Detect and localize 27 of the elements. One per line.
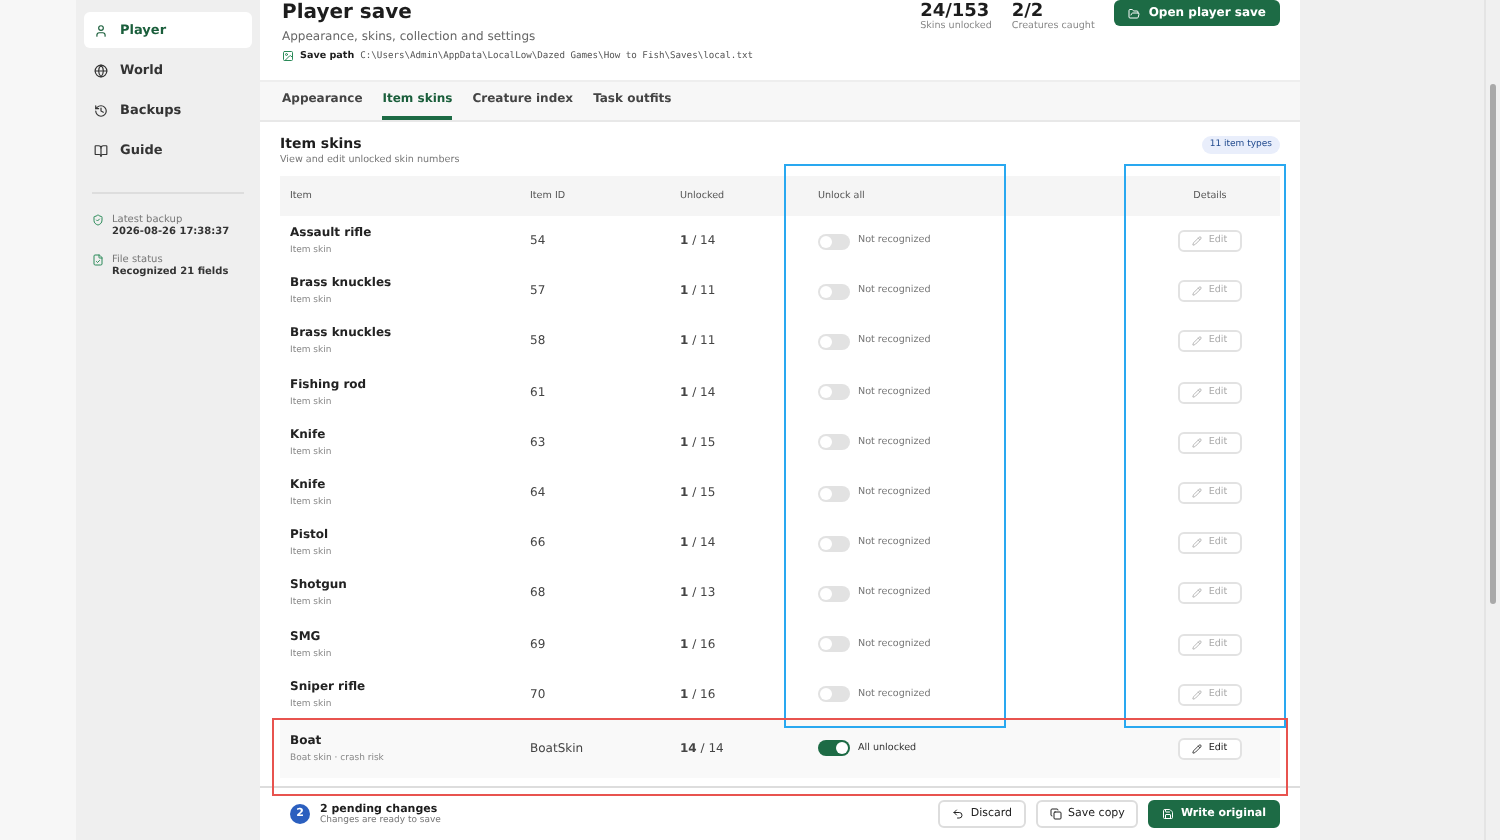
shield-icon xyxy=(92,214,104,226)
file-icon xyxy=(92,254,104,266)
pencil-icon xyxy=(1192,689,1203,700)
scrollbar[interactable] xyxy=(1484,0,1500,840)
pencil-icon xyxy=(1192,538,1203,549)
save-icon xyxy=(1162,808,1175,820)
page-title: Player save xyxy=(282,2,414,24)
undo-icon xyxy=(952,808,965,820)
globe-icon xyxy=(94,63,108,77)
toggle-switch[interactable] xyxy=(818,740,850,757)
pencil-icon xyxy=(1192,336,1203,347)
pencil-icon xyxy=(1192,236,1203,247)
copy-icon xyxy=(1050,808,1063,820)
folder-icon xyxy=(1128,7,1141,19)
pencil-icon xyxy=(1192,488,1203,499)
pencil-icon xyxy=(1192,286,1203,297)
pencil-icon xyxy=(1192,639,1203,650)
stat-value: 2/2 xyxy=(1011,2,1044,22)
pencil-icon xyxy=(1192,387,1203,398)
pencil-icon xyxy=(1192,437,1203,448)
user-icon xyxy=(94,23,108,37)
book-icon xyxy=(94,143,108,157)
history-icon xyxy=(94,103,108,117)
image-icon xyxy=(282,50,294,62)
stat-value: 24/153 xyxy=(920,2,990,22)
pencil-icon xyxy=(1192,743,1203,754)
pencil-icon xyxy=(1192,588,1203,599)
